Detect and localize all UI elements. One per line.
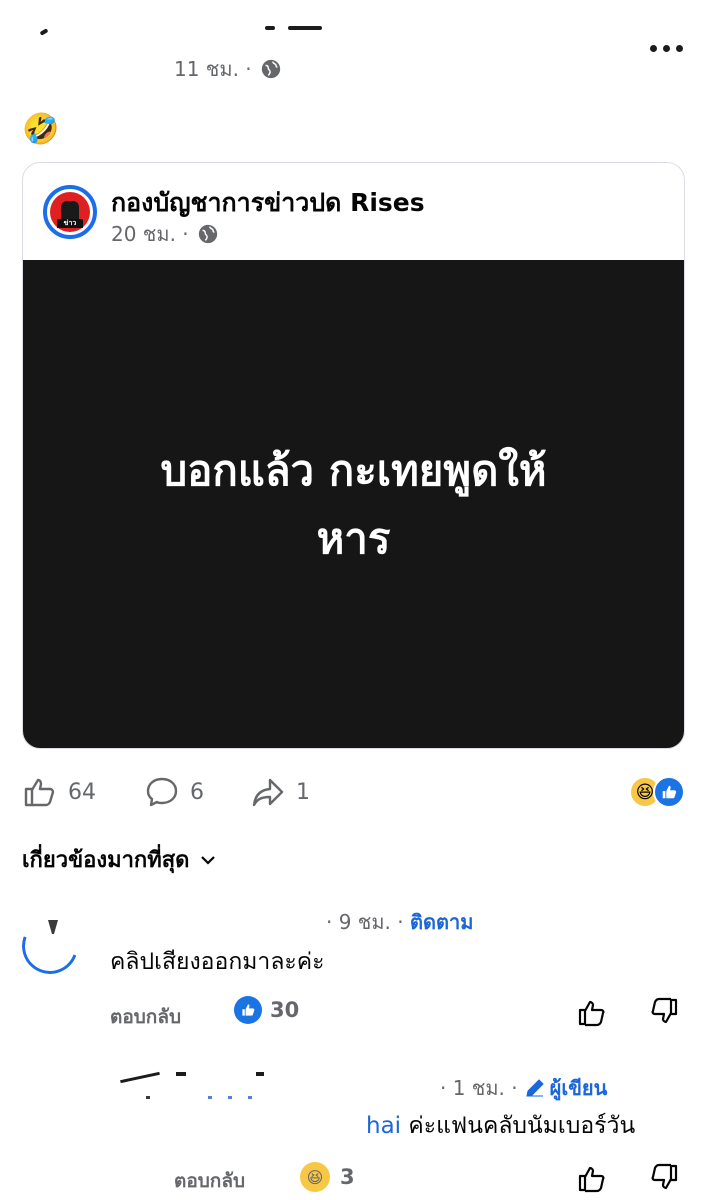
- globe-icon: [198, 224, 217, 244]
- reply-reaction-number: 3: [340, 1165, 355, 1189]
- reply-meta: · 1 ชม. · ผู้เขียน: [440, 1072, 607, 1104]
- page-avatar[interactable]: ข่าว: [43, 185, 97, 239]
- mention-link[interactable]: hai: [366, 1113, 401, 1139]
- haha-reaction-icon: 😆: [300, 1162, 330, 1192]
- comment-count: 6: [190, 779, 204, 805]
- reply-button[interactable]: ตอบกลับ: [174, 1166, 245, 1196]
- reply-time: · 1 ชม. ·: [440, 1076, 518, 1100]
- comment-bubble-icon: [146, 777, 178, 807]
- chevron-down-icon: [201, 855, 216, 865]
- comment-like-count: 30: [270, 998, 300, 1022]
- text-post-content: บอกแล้ว กะเทยพูดให้ หาร: [74, 437, 634, 573]
- downvote-icon[interactable]: [648, 996, 680, 1028]
- sort-label: เกี่ยวข้องมากที่สุด: [22, 848, 190, 873]
- share-button[interactable]: 1: [250, 770, 310, 814]
- pencil-icon: [526, 1079, 544, 1097]
- like-reaction-icon: [653, 776, 685, 808]
- poster-name-cut[interactable]: [40, 22, 480, 36]
- dot-icon: [662, 44, 670, 52]
- post-meta: 11 ชม. ·: [174, 53, 282, 85]
- text-post-line-1: บอกแล้ว กะเทยพูดให้: [160, 446, 547, 495]
- shared-post-meta: 20 ชม. ·: [111, 218, 219, 250]
- shared-post-header: ข่าว กองบัญชาการข่าวปด Rises 20 ชม. ·: [23, 163, 684, 260]
- upvote-icon[interactable]: [576, 1162, 608, 1194]
- thumbs-up-icon: [24, 778, 55, 807]
- commenter-avatar[interactable]: [22, 918, 78, 974]
- comment-text: คลิปเสียงออกมาละค่ะ: [110, 949, 325, 975]
- post-emoji: 🤣: [22, 112, 60, 147]
- author-badge: ผู้เขียน: [524, 1072, 608, 1104]
- post-action-bar: 64 6 1 😆: [22, 770, 685, 814]
- author-badge-label: ผู้เขียน: [549, 1076, 608, 1100]
- page-name[interactable]: กองบัญชาการข่าวปด Rises: [111, 183, 425, 223]
- more-options-button[interactable]: [644, 40, 688, 56]
- reply-reaction-count[interactable]: 😆 3: [300, 1162, 355, 1192]
- upvote-icon[interactable]: [576, 996, 608, 1028]
- comment-button[interactable]: 6: [144, 770, 204, 814]
- downvote-icon[interactable]: [648, 1162, 680, 1194]
- comment-meta: · 9 ชม. · ติดตาม: [326, 906, 473, 938]
- comment-reaction-count[interactable]: 30: [234, 996, 299, 1024]
- text-post-line-2: หาร: [316, 514, 391, 563]
- share-count: 1: [296, 779, 310, 805]
- reply-text: hai ค่ะแฟนคลับนัมเบอร์วัน: [366, 1108, 635, 1144]
- post-time: 11 ชม. ·: [174, 57, 252, 81]
- share-arrow-icon: [252, 778, 284, 807]
- reply-author-cut[interactable]: [116, 1066, 376, 1102]
- like-button[interactable]: 64: [22, 770, 96, 814]
- like-count: 64: [68, 779, 96, 805]
- reply-button[interactable]: ตอบกลับ: [110, 1002, 181, 1032]
- globe-icon: [261, 59, 280, 79]
- reply-body: ค่ะแฟนคลับนัมเบอร์วัน: [401, 1113, 636, 1139]
- comment-time: · 9 ชม. ·: [326, 910, 404, 934]
- dot-icon: [675, 44, 683, 52]
- text-post-image[interactable]: บอกแล้ว กะเทยพูดให้ หาร: [23, 260, 684, 748]
- like-reaction-icon: [234, 996, 262, 1024]
- dot-icon: [649, 44, 657, 52]
- reaction-summary[interactable]: 😆: [625, 774, 685, 810]
- comment-sort-dropdown[interactable]: เกี่ยวข้องมากที่สุด: [22, 842, 217, 877]
- shared-post-card[interactable]: ข่าว กองบัญชาการข่าวปด Rises 20 ชม. · บอ…: [22, 162, 685, 749]
- follow-button[interactable]: ติดตาม: [410, 910, 473, 934]
- shared-post-time: 20 ชม. ·: [111, 222, 189, 246]
